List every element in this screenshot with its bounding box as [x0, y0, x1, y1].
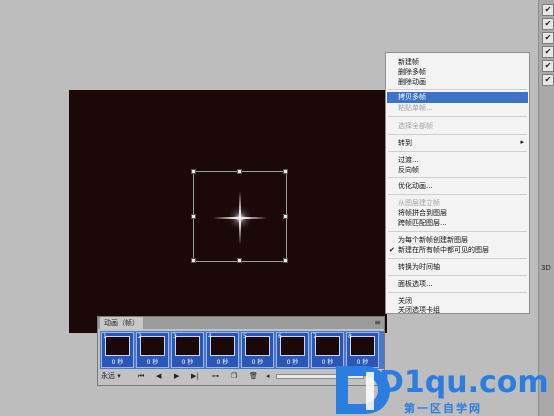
- next-frame-icon[interactable]: ▶|: [191, 371, 199, 382]
- panel-menu-icon[interactable]: ≡: [374, 318, 381, 328]
- menu-separator: [388, 134, 527, 135]
- frame-delay-dropdown[interactable]: 0 秒: [139, 358, 166, 367]
- menu-separator: [388, 116, 527, 117]
- menu-item-reverse-frames[interactable]: 反向帧: [398, 165, 419, 175]
- loop-options-dropdown[interactable]: 永远 ▾: [101, 371, 121, 382]
- layer-visibility-checkbox[interactable]: ✔: [542, 4, 554, 16]
- transform-handle[interactable]: [283, 214, 288, 219]
- animation-frame[interactable]: 4 0 秒: [206, 332, 239, 368]
- animation-frame[interactable]: 6 0 秒: [276, 332, 309, 368]
- frame-thumbnail: [315, 336, 340, 356]
- frame-number: 2: [138, 333, 142, 340]
- menu-item-select-all-frames[interactable]: 选择全部帧: [398, 121, 433, 131]
- frame-number: 6: [278, 333, 282, 340]
- menu-item-match-layer-across-frames[interactable]: 跨帧匹配图层...: [398, 218, 447, 228]
- panel-label-3d[interactable]: 3D: [541, 264, 551, 272]
- layer-visibility-checkbox[interactable]: ✔: [542, 18, 554, 30]
- frame-thumbnail: [350, 336, 375, 356]
- transform-handle[interactable]: [191, 214, 196, 219]
- transform-handle[interactable]: [237, 258, 242, 263]
- frame-thumbnail: [210, 336, 235, 356]
- menu-item-delete-animation[interactable]: 删除动画: [398, 77, 426, 87]
- menu-separator: [388, 231, 527, 232]
- animation-frame[interactable]: 1 0 秒: [101, 332, 134, 368]
- frame-thumbnail: [245, 336, 270, 356]
- frame-thumbnail: [175, 336, 200, 356]
- menu-item-create-new-layer-each-frame[interactable]: 为每个新帧创建新图层: [398, 235, 468, 245]
- frame-number: 4: [208, 333, 212, 340]
- frame-number: 5: [243, 333, 247, 340]
- layer-visibility-checkbox[interactable]: ✔: [542, 74, 554, 86]
- frame-delay-dropdown[interactable]: 0 秒: [244, 358, 271, 367]
- frame-thumbnail: [140, 336, 165, 356]
- animation-frame[interactable]: 3 0 秒: [171, 332, 204, 368]
- delete-frame-icon[interactable]: 🗑: [249, 371, 258, 382]
- transform-handle[interactable]: [283, 169, 288, 174]
- submenu-arrow-icon: ▸: [520, 138, 524, 146]
- check-icon: ✔: [389, 246, 395, 254]
- tween-icon[interactable]: ⊶: [212, 371, 219, 382]
- frame-number: 1: [103, 333, 107, 340]
- layer-visibility-checkbox[interactable]: ✔: [542, 46, 554, 58]
- watermark-subtitle: 第一区自学网: [404, 402, 482, 415]
- transform-handle[interactable]: [191, 258, 196, 263]
- play-icon[interactable]: ▶: [174, 371, 179, 382]
- animation-frame[interactable]: 5 0 秒: [241, 332, 274, 368]
- menu-item-make-frames-from-layers[interactable]: 从图层建立帧: [398, 198, 440, 208]
- menu-item-new-layers-visible-all-frames[interactable]: 新建在所有帧中都可见的图层: [398, 245, 489, 255]
- menu-item-flatten-frames-into-layers[interactable]: 将帧拼合到图层: [398, 208, 447, 218]
- menu-item-tween[interactable]: 过渡...: [398, 155, 419, 165]
- menu-item-paste-frame[interactable]: 粘贴单帧...: [398, 103, 433, 113]
- scroll-left-icon[interactable]: ◂: [266, 371, 270, 382]
- menu-item-close-tab-group[interactable]: 关闭选项卡组: [398, 305, 440, 315]
- layer-visibility-checkbox[interactable]: ✔: [542, 60, 554, 72]
- animation-frame[interactable]: 2 0 秒: [136, 332, 169, 368]
- transform-bounding-box[interactable]: [191, 169, 288, 263]
- menu-item-copy-frames[interactable]: 拷贝多帧: [398, 92, 426, 102]
- animation-panel-titlebar: 动画（帧） ≡: [98, 317, 384, 329]
- duplicate-frame-icon[interactable]: ❐: [231, 371, 237, 382]
- animation-panel-context-menu: 新建帧 删除多帧 删除动画 拷贝多帧 粘贴单帧... 选择全部帧 转到 ▸ 过渡…: [385, 52, 530, 314]
- layer-visibility-checkbox[interactable]: ✔: [542, 32, 554, 44]
- menu-item-panel-options[interactable]: 面板选项...: [398, 279, 433, 289]
- first-frame-icon[interactable]: ⏮: [138, 371, 144, 382]
- frame-delay-dropdown[interactable]: 0 秒: [104, 358, 131, 367]
- frame-delay-dropdown[interactable]: 0 秒: [174, 358, 201, 367]
- frame-delay-dropdown[interactable]: 0 秒: [279, 358, 306, 367]
- transform-handle[interactable]: [237, 169, 242, 174]
- tab-animation-frames[interactable]: 动画（帧）: [100, 317, 143, 329]
- menu-separator: [388, 89, 527, 90]
- frame-thumbnail: [105, 336, 130, 356]
- menu-separator: [388, 194, 527, 195]
- frame-number: 3: [173, 333, 177, 340]
- menu-separator: [388, 292, 527, 293]
- menu-item-convert-to-timeline[interactable]: 转换为时间轴: [398, 262, 440, 272]
- frame-thumbnail: [280, 336, 305, 356]
- menu-item-new-frame[interactable]: 新建帧: [398, 57, 419, 67]
- menu-separator: [388, 258, 527, 259]
- previous-frame-icon[interactable]: ◀: [156, 371, 161, 382]
- watermark-text: D1qu.com: [379, 365, 549, 400]
- right-panel-strip: ✔ ✔ ✔ ✔ ✔ ✔ 3D: [538, 0, 554, 416]
- menu-item-go-to[interactable]: 转到: [398, 138, 412, 148]
- frame-number: 7: [313, 333, 317, 340]
- menu-separator: [388, 177, 527, 178]
- menu-item-optimize-animation[interactable]: 优化动画...: [398, 181, 433, 191]
- menu-separator: [388, 151, 527, 152]
- transform-handle[interactable]: [191, 169, 196, 174]
- transform-handle[interactable]: [283, 258, 288, 263]
- menu-separator: [388, 275, 527, 276]
- frame-delay-dropdown[interactable]: 0 秒: [209, 358, 236, 367]
- menu-item-delete-frames[interactable]: 删除多帧: [398, 67, 426, 77]
- frame-number: 8: [348, 333, 352, 340]
